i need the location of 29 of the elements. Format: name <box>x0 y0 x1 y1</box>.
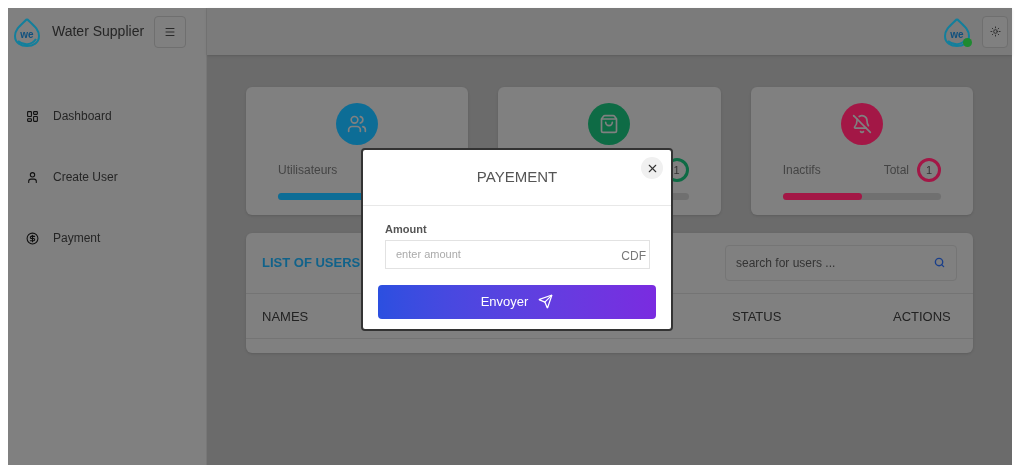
sun-icon <box>989 26 1001 37</box>
menu-button[interactable] <box>154 15 187 48</box>
theme-button[interactable] <box>982 15 1008 48</box>
dialog-title: PAYEMENT <box>476 167 558 188</box>
dashboard-icon <box>26 109 39 123</box>
stat-label: Utilisateurs <box>278 162 338 179</box>
search-icon <box>934 257 945 268</box>
total-label: Total <box>883 162 909 179</box>
stat-label: Inactifs <box>782 162 821 179</box>
table-title: LIST OF USERS <box>262 254 361 273</box>
logo: we <box>12 16 42 47</box>
sidebar-item[interactable]: Payment <box>26 225 206 251</box>
sidebar-item[interactable]: Dashboard <box>26 103 206 129</box>
currency-suffix: CDF <box>621 247 646 265</box>
dollar-icon <box>26 231 39 245</box>
search-field[interactable]: search for users ... <box>725 245 957 281</box>
column-header: STATUS <box>732 308 782 326</box>
user-icon <box>26 170 39 184</box>
sidebar-item[interactable]: Create User <box>26 164 206 190</box>
close-button[interactable] <box>641 157 663 179</box>
logo: we <box>942 16 972 47</box>
column-header: NAMES <box>262 308 309 326</box>
total-count: 1 <box>917 158 941 182</box>
send-button[interactable]: Envoyer <box>378 284 656 319</box>
amount-label: Amount <box>385 222 428 237</box>
send-icon <box>538 294 554 309</box>
menu-icon <box>164 25 177 38</box>
column-header: ACTIONS <box>893 308 951 326</box>
app-title: Water Supplier <box>52 22 145 41</box>
